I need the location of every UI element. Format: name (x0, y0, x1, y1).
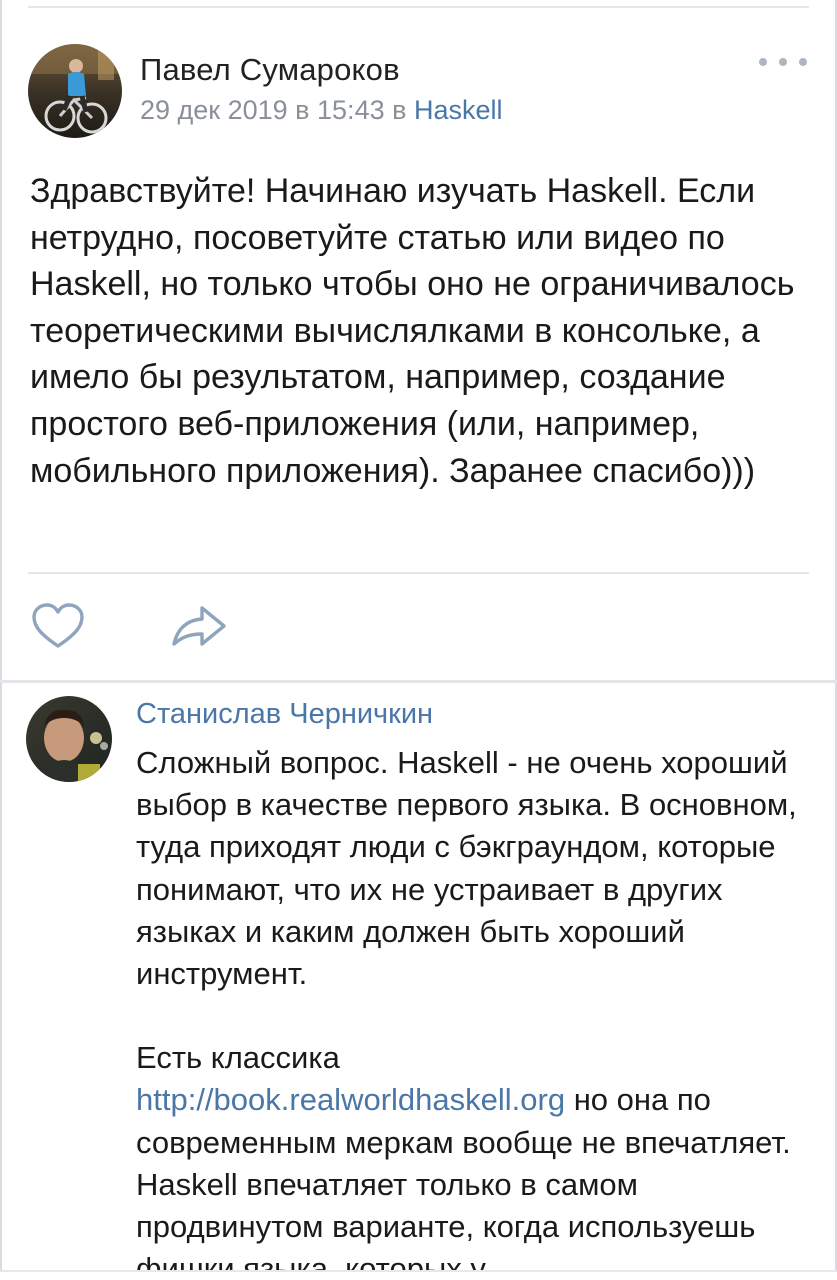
post-body-text: Здравствуйте! Начинаю изучать Haskell. Е… (30, 172, 795, 490)
comment-paragraph: Сложный вопрос. Haskell - не очень хорош… (136, 745, 797, 992)
post-author-name[interactable]: Павел Сумароков (140, 52, 400, 88)
more-options-button[interactable] (759, 50, 807, 74)
vk-post-screen: Павел Сумароков 29 дек 2019 в 15:43 в Ha… (0, 0, 837, 1280)
post-meta: 29 дек 2019 в 15:43 в Haskell (140, 95, 502, 126)
comment-body: Сложный вопрос. Haskell - не очень хорош… (136, 742, 816, 1280)
like-button[interactable] (30, 602, 86, 652)
more-dots-icon (759, 58, 767, 66)
comment-intro-text: Есть классика (136, 1040, 340, 1076)
comment-author-avatar[interactable] (26, 696, 112, 782)
avatar-portrait-photo-icon (26, 696, 112, 782)
share-button[interactable] (168, 602, 230, 652)
left-border (0, 0, 2, 1280)
bottom-edge (0, 1272, 837, 1280)
post-date: 29 дек 2019 в 15:43 в (140, 95, 414, 125)
share-arrow-icon (172, 606, 226, 646)
actions-divider (28, 572, 809, 574)
more-dots-icon (799, 58, 807, 66)
comment-author-name[interactable]: Станислав Черничкин (136, 698, 433, 731)
post-group-link[interactable]: Haskell (414, 95, 503, 125)
top-divider (28, 6, 809, 8)
avatar-cyclist-photo-icon (28, 44, 122, 138)
section-divider (0, 680, 837, 683)
comment-link[interactable]: http://book.realworldhaskell.org (136, 1082, 565, 1117)
post-author-avatar[interactable] (28, 44, 122, 138)
more-dots-icon (779, 58, 787, 66)
heart-icon (32, 603, 84, 648)
comment-paragraph: Есть классика http://book.realworldhaske… (136, 1037, 816, 1280)
